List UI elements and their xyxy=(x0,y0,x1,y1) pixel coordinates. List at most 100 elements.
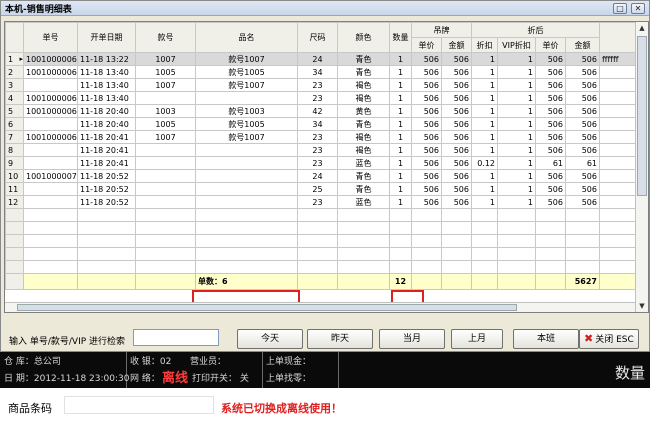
cell-tp: 506 xyxy=(411,78,442,92)
barcode-input[interactable] xyxy=(64,396,214,414)
cell-disc: 1 xyxy=(471,104,498,118)
today-button[interactable]: 今天 xyxy=(237,329,303,349)
table-row[interactable]: 6 11-18 20:40 1005 款号1005 34 青色 1 506 506 1 1 506 50… xyxy=(5,117,646,131)
cell-date: 11-18 20:41 xyxy=(77,130,136,144)
sales-detail-window: 本机-销售明细表 □ ✕ 单号 开单日期 款号 品名 尺码 颜色 数量 吊牌 折… xyxy=(0,0,650,352)
empty-cell xyxy=(337,247,390,261)
yesterday-button[interactable]: 昨天 xyxy=(307,329,373,349)
col-vip-discount[interactable]: VIP折扣 xyxy=(497,37,536,53)
scroll-thumb[interactable] xyxy=(637,36,647,196)
cell-color: 黄色 xyxy=(337,104,390,118)
cell-amt: 506 xyxy=(565,91,600,105)
col-amount[interactable]: 金额 xyxy=(565,37,600,53)
scroll-down-icon[interactable]: ▼ xyxy=(637,300,647,312)
cell-amt: 506 xyxy=(565,169,600,183)
close-esc-button[interactable]: ✖ 关闭 ESC xyxy=(579,329,639,349)
cell-up: 506 xyxy=(535,130,566,144)
empty-cell xyxy=(535,208,566,222)
summary-cell xyxy=(135,273,196,290)
table-row[interactable]: 2 10010000066 11-18 13:40 1005 款号1005 34 青色 1 50… xyxy=(5,65,646,79)
cell-date: 11-18 20:52 xyxy=(77,182,136,196)
col-name[interactable]: 品名 xyxy=(195,22,298,53)
empty-cell xyxy=(5,234,24,248)
col-discount[interactable]: 折扣 xyxy=(471,37,498,53)
cell-order: 10010000065 xyxy=(23,52,78,66)
empty-cell xyxy=(337,221,390,235)
cell-size: 24 xyxy=(297,169,338,183)
col-qty[interactable]: 数量 xyxy=(389,22,412,53)
cell-size: 23 xyxy=(297,91,338,105)
empty-cell xyxy=(77,234,136,248)
col-style-no[interactable]: 款号 xyxy=(135,22,196,53)
table-row[interactable]: 12 11-18 20:52 23 蓝色 1 506 506 1 1 506 506 xyxy=(5,195,646,209)
table-row[interactable]: 5 10010000068 11-18 20:40 1003 款号1003 42 黄色 1 50… xyxy=(5,104,646,118)
cell-vip: 1 xyxy=(497,156,536,170)
table-row[interactable]: 11 11-18 20:52 25 青色 1 506 506 1 1 506 506 xyxy=(5,182,646,196)
cell-ta: 506 xyxy=(441,52,472,66)
empty-cell xyxy=(77,247,136,261)
last-month-button[interactable]: 上月 xyxy=(451,329,503,349)
col-tag-unit-price[interactable]: 单价 xyxy=(411,37,442,53)
cell-disc: 1 xyxy=(471,78,498,92)
horizontal-scrollbar[interactable] xyxy=(5,302,635,312)
cell-ta: 506 xyxy=(441,182,472,196)
close-icon[interactable]: ✕ xyxy=(631,3,645,14)
col-date[interactable]: 开单日期 xyxy=(77,22,136,53)
restore-icon[interactable]: □ xyxy=(613,3,627,14)
summary-cell xyxy=(5,273,24,290)
table-row[interactable]: 4 10010000067 11-18 13:40 23 褐色 1 506 506 1 1 506 5… xyxy=(5,91,646,105)
cell-order xyxy=(23,117,78,131)
hscroll-thumb[interactable] xyxy=(17,304,517,311)
cell-name: 款号1007 xyxy=(195,52,298,66)
cell-vip: 1 xyxy=(497,117,536,131)
cell-date: 11-18 13:40 xyxy=(77,65,136,79)
empty-cell xyxy=(297,221,338,235)
col-unit-price[interactable]: 单价 xyxy=(535,37,566,53)
table-row[interactable]: 3 11-18 13:40 1007 款号1007 23 褐色 1 506 506 1 1 506 50… xyxy=(5,78,646,92)
table-row[interactable]: 9 11-18 20:41 23 蓝色 1 506 506 0.12 1 61 61 xyxy=(5,156,646,170)
cell-tp: 506 xyxy=(411,65,442,79)
col-size[interactable]: 尺码 xyxy=(297,22,338,53)
table-row[interactable]: 10 10010000070 11-18 20:52 24 青色 1 506 506 1 1 506… xyxy=(5,169,646,183)
cell-size: 34 xyxy=(297,65,338,79)
col-order-no[interactable]: 单号 xyxy=(23,22,78,53)
cell-order xyxy=(23,78,78,92)
empty-cell xyxy=(77,260,136,274)
sales-grid[interactable]: 单号 开单日期 款号 品名 尺码 颜色 数量 吊牌 折后 单价 金额 折扣 VI… xyxy=(4,21,649,313)
table-row[interactable]: 7 10010000069 11-18 20:41 1007 款号1007 23 褐色 1 50… xyxy=(5,130,646,144)
summary-cell xyxy=(535,273,566,290)
cell-size: 23 xyxy=(297,195,338,209)
empty-cell xyxy=(195,247,298,261)
cell-qty: 1 xyxy=(389,117,412,131)
empty-cell xyxy=(389,208,412,222)
this-month-button[interactable]: 当月 xyxy=(379,329,445,349)
cell-amt: 506 xyxy=(565,78,600,92)
empty-cell xyxy=(195,234,298,248)
vertical-scrollbar[interactable]: ▲ ▼ xyxy=(635,22,648,312)
close-label: 关闭 ESC xyxy=(595,335,634,345)
cell-date: 11-18 13:22 xyxy=(77,52,136,66)
cell-disc: 0.12 xyxy=(471,156,498,170)
table-row[interactable]: 8 11-18 20:41 23 褐色 1 506 506 1 1 506 506 xyxy=(5,143,646,157)
cell-date: 11-18 20:52 xyxy=(77,169,136,183)
empty-cell xyxy=(535,260,566,274)
empty-cell xyxy=(5,208,24,222)
cell-style xyxy=(135,91,196,105)
this-shift-button[interactable]: 本班 xyxy=(513,329,579,349)
cell-size: 34 xyxy=(297,117,338,131)
search-input[interactable] xyxy=(133,329,219,346)
empty-row xyxy=(5,208,646,222)
col-color[interactable]: 颜色 xyxy=(337,22,390,53)
cell-size: 23 xyxy=(297,130,338,144)
cell-qty: 1 xyxy=(389,78,412,92)
cell-color: 青色 xyxy=(337,169,390,183)
cell-ta: 506 xyxy=(441,91,472,105)
col-tag-amount[interactable]: 金额 xyxy=(441,37,472,53)
table-row[interactable]: ▸ 1 10010000065 11-18 13:22 1007 款号1007 24 青色 1 5… xyxy=(5,52,646,66)
summary-cell xyxy=(497,273,536,290)
cell-n: 8 xyxy=(5,143,24,157)
cell-disc: 1 xyxy=(471,143,498,157)
cell-disc: 1 xyxy=(471,52,498,66)
scroll-up-icon[interactable]: ▲ xyxy=(637,22,647,34)
cell-style: 1005 xyxy=(135,117,196,131)
